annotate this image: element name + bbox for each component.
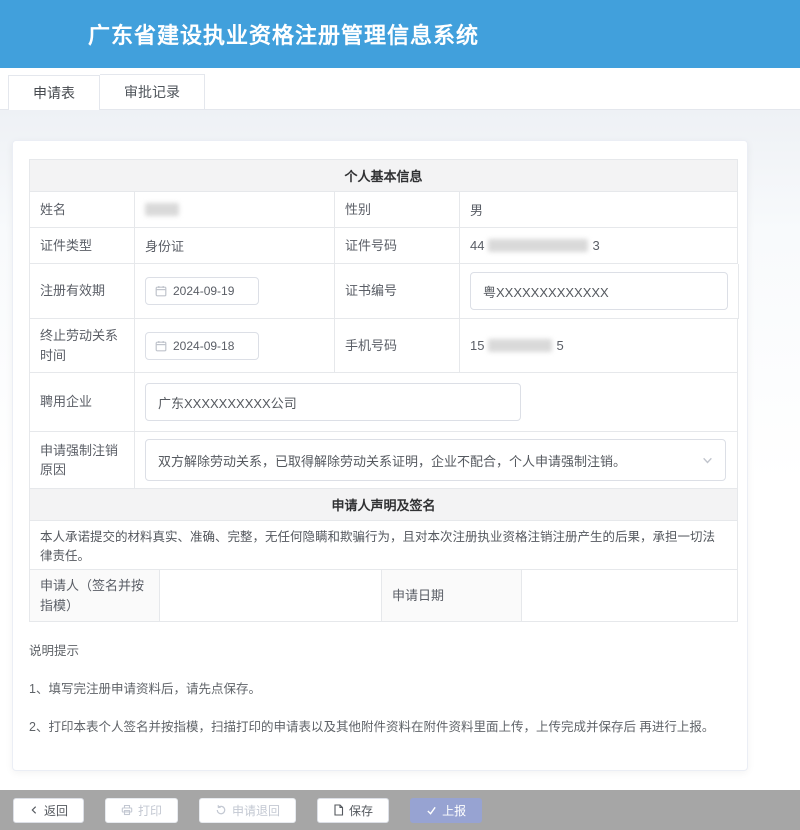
section-declaration: 申请人声明及签名 [30,489,738,521]
reason-select-value: 双方解除劳动关系，已取得解除劳动关系证明，企业不配合，个人申请强制注销。 [158,451,626,470]
calendar-icon [155,340,167,352]
section-declaration-title: 申请人声明及签名 [30,489,738,521]
application-form-table: 个人基本信息 姓名 性别 男 证件类型 身份证 证件号码 44 3 注册有效期 [29,159,738,622]
check-icon [426,805,437,816]
reg-validity-date-value: 2024-09-19 [173,284,234,298]
tab-approval-records-label: 审批记录 [124,82,180,102]
id-type-value: 身份证 [135,228,335,264]
row-employer: 聘用企业 [30,373,738,432]
reg-validity-label: 注册有效期 [30,264,135,319]
end-labor-date-value: 2024-09-18 [173,339,234,353]
section-personal-info-title: 个人基本信息 [30,160,738,192]
notes-line-2: 2、打印本表个人签名并按指模，扫描打印的申请表以及其他附件资料在附件资料里面上传… [29,715,736,740]
end-labor-date-input[interactable]: 2024-09-18 [145,332,259,360]
redacted-text [488,239,588,252]
redacted-text [488,339,552,352]
tab-application-form-label: 申请表 [33,83,75,103]
back-button[interactable]: 返回 [13,798,84,823]
id-number-label: 证件号码 [335,228,460,264]
row-validity-certno: 注册有效期 2024-09-19 [30,264,738,319]
request-return-button[interactable]: 申请退回 [199,798,296,823]
reg-validity-cell: 2024-09-19 [135,264,335,319]
mobile-value: 15 5 [460,319,738,373]
id-number-suffix: 3 [592,238,599,253]
submit-button-label: 上报 [442,802,466,819]
name-label: 姓名 [30,192,135,228]
row-endlabor-mobile: 终止劳动关系时间 2024-09-18 [30,319,738,373]
mobile-suffix: 5 [556,338,563,353]
print-button-label: 打印 [138,802,162,819]
notes-title: 说明提示 [29,639,736,664]
name-value [135,192,335,228]
gender-value: 男 [460,192,738,228]
printer-icon [121,804,133,816]
chevron-left-icon [29,805,39,815]
row-idtype-idnumber: 证件类型 身份证 证件号码 44 3 [30,228,738,264]
apply-date-label: 申请日期 [382,570,522,622]
reason-label: 申请强制注销原因 [30,432,135,489]
reg-validity-date-input[interactable]: 2024-09-19 [145,277,259,305]
employer-cell [135,373,738,432]
apply-date-area [522,570,738,622]
gender-label: 性别 [335,192,460,228]
chevron-down-icon [702,455,713,466]
back-button-label: 返回 [44,802,68,819]
cert-no-label: 证书编号 [335,264,460,319]
document-icon [333,804,344,816]
row-reason: 申请强制注销原因 双方解除劳动关系，已取得解除劳动关系证明，企业不配合，个人申请… [30,432,738,489]
declaration-text: 本人承诺提交的材料真实、准确、完整，无任何隐瞒和欺骗行为，且对本次注册执业资格注… [30,521,738,570]
end-labor-label: 终止劳动关系时间 [30,319,135,373]
submit-button[interactable]: 上报 [410,798,482,823]
undo-icon [215,804,227,816]
mobile-label: 手机号码 [335,319,460,373]
reason-cell: 双方解除劳动关系，已取得解除劳动关系证明，企业不配合，个人申请强制注销。 [135,432,738,489]
save-button-label: 保存 [349,802,373,819]
id-number-value: 44 3 [460,228,738,264]
reason-select[interactable]: 双方解除劳动关系，已取得解除劳动关系证明，企业不配合，个人申请强制注销。 [145,439,726,481]
row-declaration: 本人承诺提交的材料真实、准确、完整，无任何隐瞒和欺骗行为，且对本次注册执业资格注… [30,521,738,570]
tab-approval-records[interactable]: 审批记录 [100,74,205,109]
row-name-gender: 姓名 性别 男 [30,192,738,228]
tab-bar: 申请表 审批记录 [0,68,800,110]
id-type-label: 证件类型 [30,228,135,264]
notes-line-1: 1、填写完注册申请资料后，请先点保存。 [29,677,736,702]
cert-no-cell [460,264,739,319]
request-return-button-label: 申请退回 [232,802,280,819]
page-title: 广东省建设执业资格注册管理信息系统 [0,18,479,50]
end-labor-cell: 2024-09-18 [135,319,335,373]
form-card: 个人基本信息 姓名 性别 男 证件类型 身份证 证件号码 44 3 注册有效期 [12,140,748,771]
row-signature-date: 申请人（签名并按指模） 申请日期 [30,570,738,622]
notes-block: 说明提示 1、填写完注册申请资料后，请先点保存。 2、打印本表个人签名并按指模，… [29,622,736,740]
section-personal-info: 个人基本信息 [30,160,738,192]
applicant-sign-area [160,570,382,622]
main-content: 个人基本信息 姓名 性别 男 证件类型 身份证 证件号码 44 3 注册有效期 [0,110,800,790]
footer-action-bar: 返回 打印 申请退回 保存 [0,790,800,830]
calendar-icon [155,285,167,297]
employer-label: 聘用企业 [30,373,135,432]
employer-input[interactable] [145,383,521,421]
print-button[interactable]: 打印 [105,798,178,823]
applicant-sign-label: 申请人（签名并按指模） [30,570,160,622]
mobile-prefix: 15 [470,338,484,353]
tab-application-form[interactable]: 申请表 [8,75,100,110]
id-number-prefix: 44 [470,238,484,253]
cert-no-input[interactable] [470,272,728,310]
save-button[interactable]: 保存 [317,798,389,823]
app-header: 广东省建设执业资格注册管理信息系统 [0,0,800,68]
redacted-text [145,203,179,216]
